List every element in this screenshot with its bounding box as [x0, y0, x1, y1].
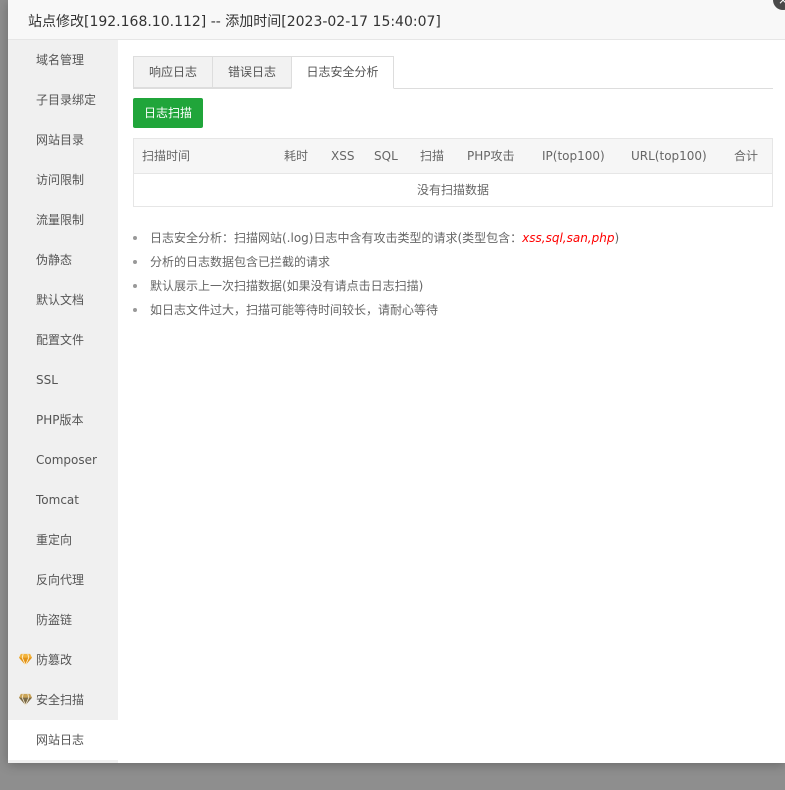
sidebar-item-ssl[interactable]: SSL — [8, 360, 118, 400]
sidebar-item-label: 安全扫描 — [36, 693, 85, 707]
sidebar-item-label: 配置文件 — [36, 333, 85, 347]
modal-title: 站点修改[192.168.10.112] -- 添加时间[2023-02-17 … — [28, 14, 441, 30]
sidebar-item-label: 重定向 — [36, 533, 73, 547]
column-header-php-attack: PHP攻击 — [467, 149, 515, 163]
sidebar-item-site-directory[interactable]: 网站目录 — [8, 120, 118, 160]
column-header-scan: 扫描 — [420, 149, 445, 163]
sidebar-item-reverse-proxy[interactable]: 反向代理 — [8, 560, 118, 600]
sidebar-item-label: Composer — [36, 453, 97, 467]
sidebar-item-domain[interactable]: 域名管理 — [8, 40, 118, 80]
sidebar-item-site-logs[interactable]: 网站日志 — [8, 720, 118, 760]
sidebar-item-redirect[interactable]: 重定向 — [8, 520, 118, 560]
sidebar-item-label: 网站目录 — [36, 133, 85, 147]
gem-icon — [19, 693, 32, 706]
table-header: 扫描时间 耗时 XSS SQL 扫描 PHP攻击 IP(top100) URL(… — [134, 139, 772, 174]
sidebar-item-label: 防盗链 — [36, 613, 73, 627]
sidebar-item-composer[interactable]: Composer — [8, 440, 118, 480]
sidebar-item-label: 子目录绑定 — [36, 93, 97, 107]
sidebar-item-label: SSL — [36, 373, 58, 387]
scan-result-table: 扫描时间 耗时 XSS SQL 扫描 PHP攻击 IP(top100) URL(… — [133, 138, 773, 207]
column-header-duration: 耗时 — [284, 149, 309, 163]
column-header-url-top100: URL(top100) — [631, 149, 707, 163]
sidebar-item-label: 反向代理 — [36, 573, 85, 587]
tab-response-log[interactable]: 响应日志 — [133, 56, 213, 88]
sidebar-item-label: PHP版本 — [36, 413, 84, 427]
bullet-dot — [133, 260, 137, 264]
note-text: 默认展示上一次扫描数据(如果没有请点击日志扫描) — [150, 279, 424, 293]
bullet-dot — [133, 308, 137, 312]
bullet-dot — [133, 236, 137, 240]
sidebar-item-tomcat[interactable]: Tomcat — [8, 480, 118, 520]
empty-table-message: 没有扫描数据 — [416, 183, 489, 197]
column-header-scan-time: 扫描时间 — [142, 149, 191, 163]
sidebar-item-label: 域名管理 — [36, 53, 85, 67]
column-header-ip-top100: IP(top100) — [542, 149, 605, 163]
sidebar-item-security-scan[interactable]: 安全扫描 — [8, 680, 118, 720]
note-item: 日志安全分析：扫描网站(.log)日志中含有攻击类型的请求(类型包含：xss,s… — [133, 226, 773, 250]
sidebar-item-config-file[interactable]: 配置文件 — [8, 320, 118, 360]
note-item: 默认展示上一次扫描数据(如果没有请点击日志扫描) — [133, 274, 773, 298]
column-header-total: 合计 — [734, 149, 759, 163]
note-attack-types: xss,sql,san,php — [522, 231, 615, 245]
tab-log-security-analysis[interactable]: 日志安全分析 — [291, 56, 394, 89]
sidebar-item-label: 默认文档 — [36, 293, 85, 307]
modal-header: 站点修改[192.168.10.112] -- 添加时间[2023-02-17 … — [8, 0, 785, 40]
sidebar-item-subdir-binding[interactable]: 子目录绑定 — [8, 80, 118, 120]
sidebar: 域名管理 子目录绑定 网站目录 访问限制 流量限制 伪静态 默认文档 配置文件 … — [8, 40, 118, 763]
sidebar-item-hotlink-protection[interactable]: 防盗链 — [8, 600, 118, 640]
note-item: 如日志文件过大，扫描可能等待时间较长，请耐心等待 — [133, 298, 773, 322]
log-tabs: 响应日志 错误日志 日志安全分析 — [133, 56, 773, 89]
note-item: 分析的日志数据包含已拦截的请求 — [133, 250, 773, 274]
sidebar-item-traffic-limit[interactable]: 流量限制 — [8, 200, 118, 240]
sidebar-item-label: 访问限制 — [36, 173, 85, 187]
main-content: 响应日志 错误日志 日志安全分析 日志扫描 扫描时间 耗时 XSS SQL 扫描… — [118, 40, 785, 763]
sidebar-item-access-limit[interactable]: 访问限制 — [8, 160, 118, 200]
sidebar-item-tamper-protection[interactable]: 防篡改 — [8, 640, 118, 680]
bullet-dot — [133, 284, 137, 288]
log-scan-button[interactable]: 日志扫描 — [133, 98, 203, 128]
sidebar-item-php-version[interactable]: PHP版本 — [8, 400, 118, 440]
site-edit-modal: 站点修改[192.168.10.112] -- 添加时间[2023-02-17 … — [8, 0, 785, 763]
sidebar-item-rewrite[interactable]: 伪静态 — [8, 240, 118, 280]
sidebar-item-label: 流量限制 — [36, 213, 85, 227]
column-header-sql: SQL — [374, 149, 398, 163]
note-text: 如日志文件过大，扫描可能等待时间较长，请耐心等待 — [150, 303, 439, 317]
note-text: 分析的日志数据包含已拦截的请求 — [150, 255, 331, 269]
column-header-xss: XSS — [331, 149, 355, 163]
sidebar-item-default-doc[interactable]: 默认文档 — [8, 280, 118, 320]
help-notes: 日志安全分析：扫描网站(.log)日志中含有攻击类型的请求(类型包含：xss,s… — [133, 226, 773, 322]
sidebar-item-label: 伪静态 — [36, 253, 73, 267]
note-text: ) — [614, 231, 620, 245]
gem-icon — [19, 653, 32, 666]
tab-error-log[interactable]: 错误日志 — [212, 56, 292, 88]
sidebar-item-label: Tomcat — [36, 493, 79, 507]
note-text: 日志安全分析：扫描网站(.log)日志中含有攻击类型的请求(类型包含： — [150, 231, 523, 245]
sidebar-item-label: 网站日志 — [36, 733, 85, 747]
sidebar-item-label: 防篡改 — [36, 653, 73, 667]
